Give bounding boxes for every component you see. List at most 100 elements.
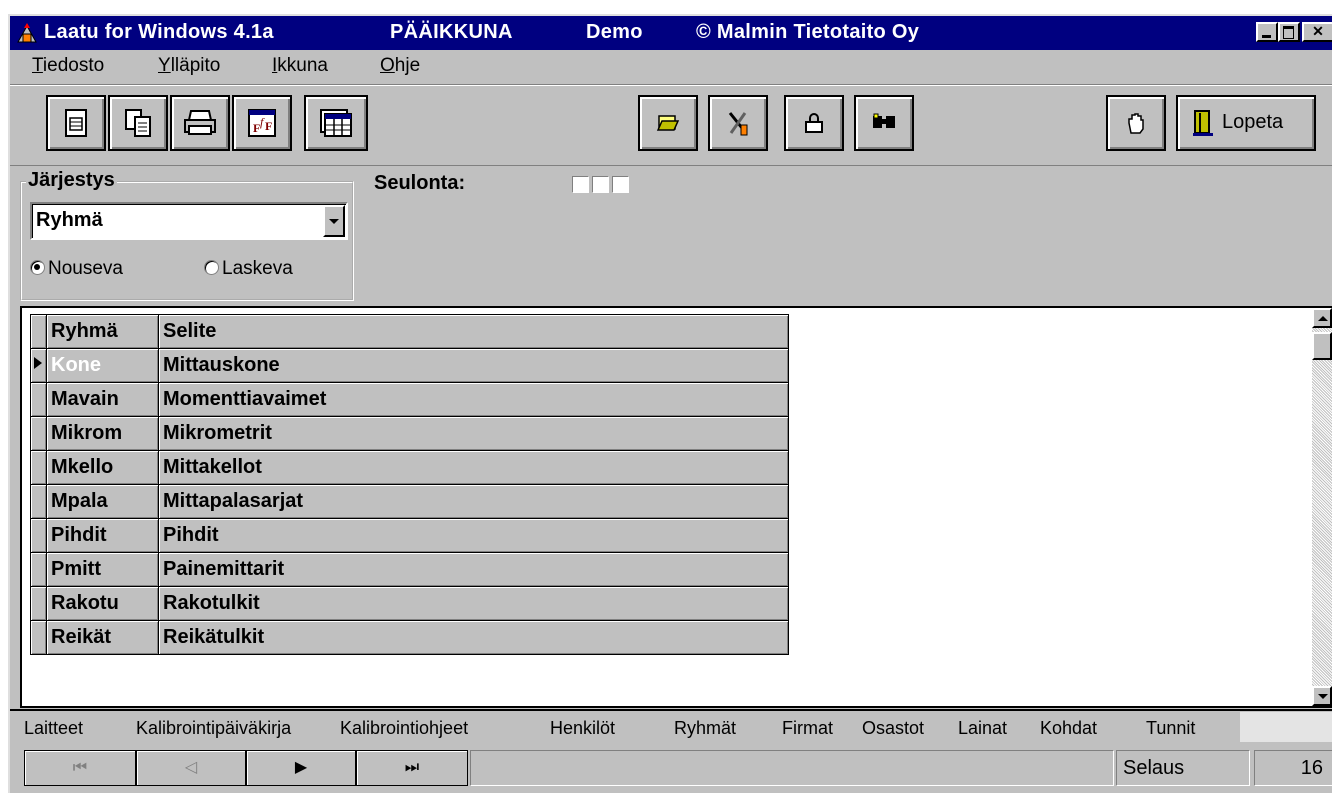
cell-description[interactable]: Pihdit <box>158 518 789 553</box>
table-row[interactable]: Mkello Mittakellot <box>30 450 789 485</box>
tab-bar: Laitteet Kalibrointipäiväkirja Kalibroin… <box>10 708 1332 748</box>
cell-group[interactable]: Mkello <box>46 450 159 485</box>
tab-kalibrointipaivakirja[interactable]: Kalibrointipäiväkirja <box>136 718 291 739</box>
column-header-group[interactable]: Ryhmä <box>46 314 159 349</box>
menu-ohje[interactable]: Ohje <box>380 55 420 77</box>
tab-lainat[interactable]: Lainat <box>958 718 1007 739</box>
sort-legend: Järjestys <box>26 169 117 192</box>
vertical-scrollbar[interactable] <box>1312 308 1332 706</box>
next-record-icon: ▶ <box>294 759 308 776</box>
maximize-button[interactable] <box>1278 22 1300 42</box>
new-document-button[interactable] <box>46 95 106 151</box>
print-button[interactable] <box>170 95 230 151</box>
table-row[interactable]: Rakotu Rakotulkit <box>30 586 789 621</box>
lock-icon <box>805 113 823 133</box>
scroll-up-icon <box>1318 316 1328 321</box>
lock-button[interactable] <box>784 95 844 151</box>
cell-group[interactable]: Mpala <box>46 484 159 519</box>
title-bar[interactable]: Laatu for Windows 4.1a PÄÄIKKUNA Demo © … <box>10 16 1332 50</box>
table-icon <box>320 109 352 137</box>
table-row[interactable]: Mavain Momenttiavaimet <box>30 382 789 417</box>
cell-description[interactable]: Mittakellot <box>158 450 789 485</box>
cell-description[interactable]: Mikrometrit <box>158 416 789 451</box>
maximize-icon <box>1283 26 1294 39</box>
table-row[interactable]: Reikät Reikätulkit <box>30 620 789 655</box>
tab-laitteet[interactable]: Laitteet <box>24 718 83 739</box>
table-row[interactable]: Kone Mittauskone <box>30 348 789 383</box>
cell-group[interactable]: Mikrom <box>46 416 159 451</box>
radio-descending[interactable]: Laskeva <box>204 258 293 280</box>
tab-osastot[interactable]: Osastot <box>862 718 924 739</box>
row-indicator <box>30 416 47 451</box>
find-button[interactable] <box>854 95 914 151</box>
menu-yllapito[interactable]: Ylläpito <box>158 55 220 77</box>
cell-group[interactable]: Pmitt <box>46 552 159 587</box>
tab-kohdat[interactable]: Kohdat <box>1040 718 1097 739</box>
minimize-button[interactable] <box>1256 22 1278 42</box>
close-button[interactable]: ✕ <box>1302 22 1332 42</box>
row-indicator <box>30 586 47 621</box>
exit-button[interactable]: Lopeta <box>1176 95 1316 151</box>
window-title: PÄÄIKKUNA <box>390 21 513 43</box>
cell-group[interactable]: Kone <box>46 348 159 383</box>
data-grid: Ryhmä Selite Kone Mittauskone Mavain Mom… <box>20 306 1332 708</box>
menu-tiedosto[interactable]: Tiedosto <box>32 55 104 77</box>
column-header-description[interactable]: Selite <box>158 314 789 349</box>
next-record-button[interactable]: ▶ <box>246 750 356 786</box>
cell-group[interactable]: Mavain <box>46 382 159 417</box>
filter-checkbox-1[interactable] <box>572 176 589 193</box>
table-button[interactable] <box>304 95 368 151</box>
table-row[interactable]: Pihdit Pihdit <box>30 518 789 553</box>
cell-description[interactable]: Reikätulkit <box>158 620 789 655</box>
minimize-icon <box>1262 35 1271 38</box>
tab-ryhmat[interactable]: Ryhmät <box>674 718 737 739</box>
tab-kalibrointiohjeet[interactable]: Kalibrointiohjeet <box>340 718 468 739</box>
copy-button[interactable] <box>108 95 168 151</box>
filter-checkbox-2[interactable] <box>592 176 609 193</box>
copy-icon <box>125 109 151 137</box>
cell-description[interactable]: Momenttiavaimet <box>158 382 789 417</box>
exit-door-icon <box>1193 110 1213 136</box>
radio-ascending[interactable]: Nouseva <box>30 258 123 280</box>
filter-checkbox-3[interactable] <box>612 176 629 193</box>
sort-field-select[interactable]: Ryhmä <box>30 202 348 240</box>
hand-icon <box>1128 113 1144 134</box>
scroll-up-button[interactable] <box>1312 308 1332 328</box>
cell-description[interactable]: Rakotulkit <box>158 586 789 621</box>
tools-button[interactable] <box>708 95 768 151</box>
table-row[interactable]: Mpala Mittapalasarjat <box>30 484 789 519</box>
hand-button[interactable] <box>1106 95 1166 151</box>
svg-text:F: F <box>265 119 272 133</box>
menu-bar: Tiedosto Ylläpito Ikkuna Ohje <box>10 50 1332 82</box>
table-row[interactable]: Pmitt Painemittarit <box>30 552 789 587</box>
cell-description[interactable]: Mittapalasarjat <box>158 484 789 519</box>
first-record-button[interactable]: ⏮ <box>24 750 136 786</box>
sort-field-value: Ryhmä <box>36 209 103 231</box>
cell-group[interactable]: Reikät <box>46 620 159 655</box>
row-indicator <box>30 382 47 417</box>
scroll-thumb[interactable] <box>1312 332 1332 360</box>
tab-firmat[interactable]: Firmat <box>782 718 833 739</box>
menu-ikkuna[interactable]: Ikkuna <box>272 55 328 77</box>
cell-group[interactable]: Rakotu <box>46 586 159 621</box>
find-icon <box>873 113 895 128</box>
scroll-down-button[interactable] <box>1312 686 1332 706</box>
tab-tunnit[interactable]: Tunnit <box>1146 718 1195 739</box>
exit-label: Lopeta <box>1222 111 1284 133</box>
cell-group[interactable]: Pihdit <box>46 518 159 553</box>
status-bar: ⏮ ◁ ▶ ⏭ Selaus 16 <box>10 750 1332 793</box>
cell-description[interactable]: Mittauskone <box>158 348 789 383</box>
copyright-title: © Malmin Tietotaito Oy <box>696 21 920 43</box>
cell-description[interactable]: Painemittarit <box>158 552 789 587</box>
tab-henkilot[interactable]: Henkilöt <box>550 718 615 739</box>
previous-record-button[interactable]: ◁ <box>136 750 246 786</box>
radio-descending-label: Laskeva <box>222 258 293 279</box>
open-folder-button[interactable] <box>638 95 698 151</box>
dropdown-arrow-icon[interactable] <box>323 205 345 237</box>
last-record-button[interactable]: ⏭ <box>356 750 468 786</box>
row-indicator <box>30 552 47 587</box>
new-document-icon <box>65 109 87 137</box>
formula-button[interactable]: FfF <box>232 95 292 151</box>
app-icon <box>17 23 37 43</box>
table-row[interactable]: Mikrom Mikrometrit <box>30 416 789 451</box>
